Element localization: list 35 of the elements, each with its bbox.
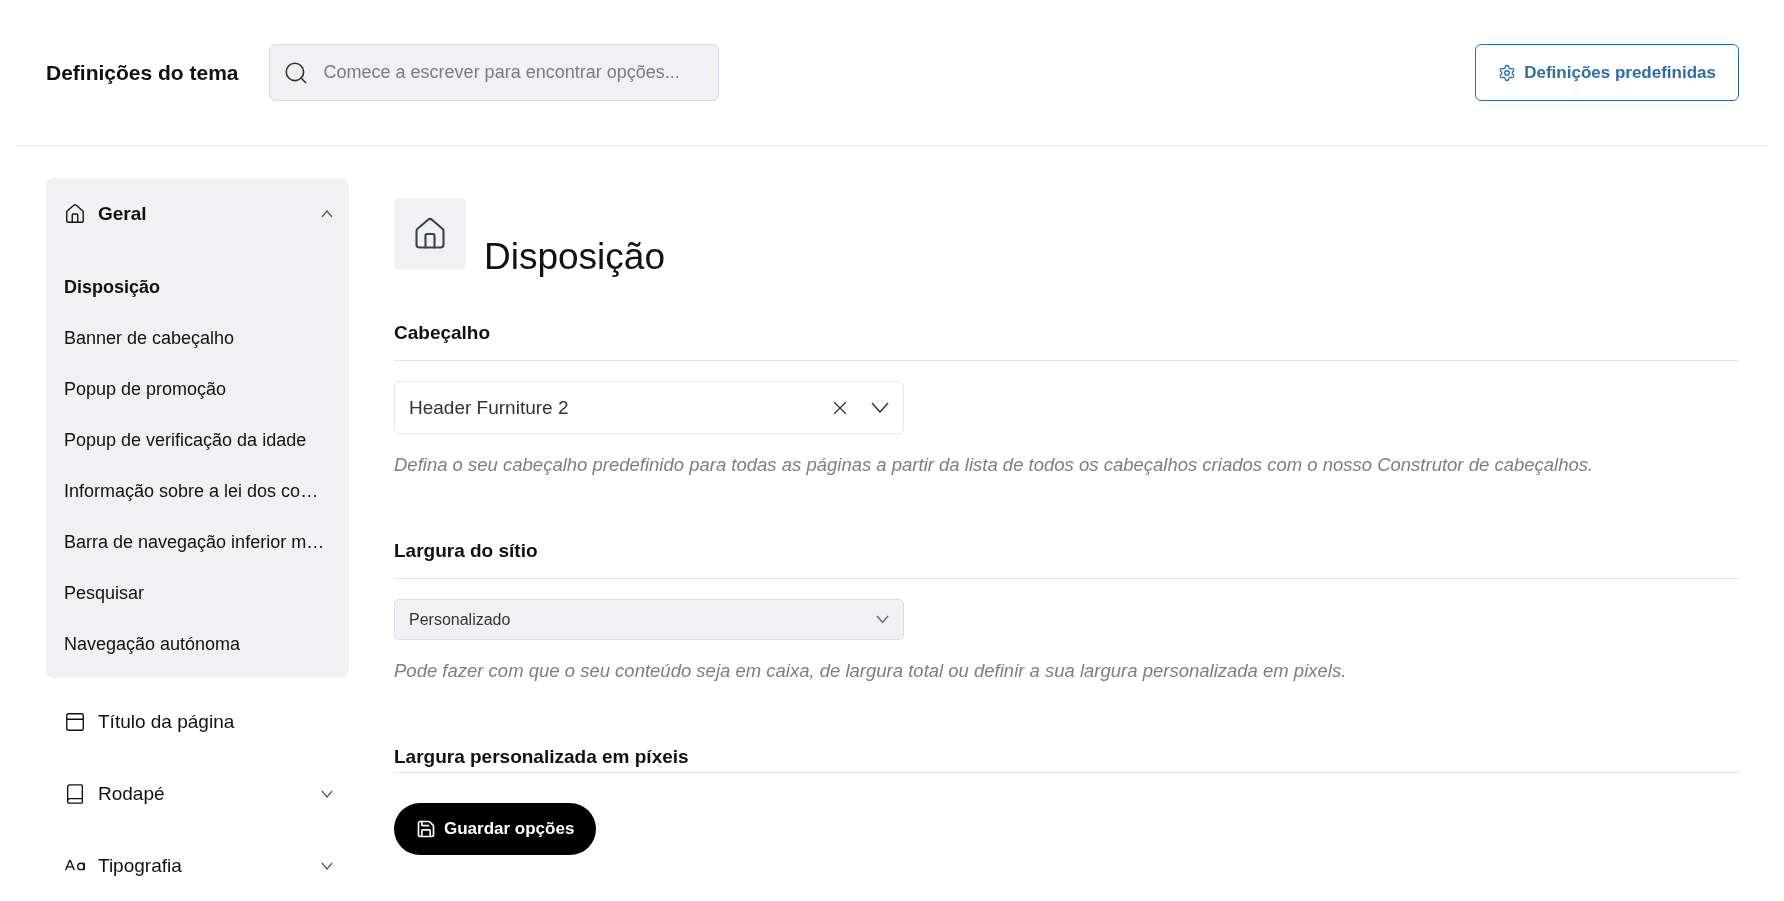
- house-icon: [64, 203, 86, 225]
- sidebar-item[interactable]: Popup de verificação da idade: [46, 415, 349, 466]
- sidebar-item[interactable]: Popup de promoção: [46, 364, 349, 415]
- sidebar-section[interactable]: Tipografia: [46, 830, 349, 901]
- field-label: Cabeçalho: [394, 322, 1739, 361]
- sidebar-item[interactable]: Pesquisar: [46, 568, 349, 619]
- chevron-up-icon: [321, 210, 333, 218]
- chevron-down-icon: [321, 862, 333, 870]
- sidebar-item[interactable]: Disposição: [46, 262, 349, 313]
- chevron-down-icon: [871, 402, 889, 413]
- header-select[interactable]: Header Furniture 2: [394, 381, 904, 434]
- field-label: Largura personalizada em píxeis: [394, 746, 1739, 773]
- chevron-down-icon: [321, 790, 333, 798]
- sidebar-section[interactable]: Geral: [46, 178, 349, 250]
- settings-icon: [1498, 63, 1517, 82]
- panel-icon: [64, 711, 86, 733]
- save-icon: [416, 819, 436, 839]
- presets-button[interactable]: Definições predefinidas: [1475, 44, 1739, 101]
- field-description: Pode fazer com que o seu conteúdo seja em caixa, de largura total ou definir a sua largura personalizada em pixels.: [394, 660, 1348, 682]
- search-field[interactable]: Comece a escrever para encontrar opções...: [268, 44, 719, 101]
- page-title: Definições do tema: [46, 60, 239, 85]
- field-description: Defina o seu cabeçalho predefinido para todas as páginas a partir da lista de todos os cabeçalhos criados com o nosso Construtor de cabeçalhos.: [394, 454, 1595, 476]
- sidebar-item[interactable]: Informação sobre a lei dos co…: [46, 466, 349, 517]
- house-icon: [412, 216, 448, 252]
- sidebar-section[interactable]: Rodapé: [46, 758, 349, 830]
- sidebar-section[interactable]: Título da página: [46, 686, 349, 758]
- sidebar-item[interactable]: Navegação autónoma: [46, 619, 349, 670]
- sidebar-item[interactable]: Banner de cabeçalho: [46, 313, 349, 364]
- field-label: Largura do sítio: [394, 540, 1739, 579]
- section-title: Disposição: [484, 236, 665, 278]
- width-select[interactable]: Personalizado: [394, 599, 904, 640]
- save-button[interactable]: Guardar opções: [394, 803, 597, 855]
- chevron-down-icon: [876, 615, 889, 624]
- book-icon: [64, 783, 86, 805]
- sidebar-item[interactable]: Barra de navegação inferior m…: [46, 517, 349, 568]
